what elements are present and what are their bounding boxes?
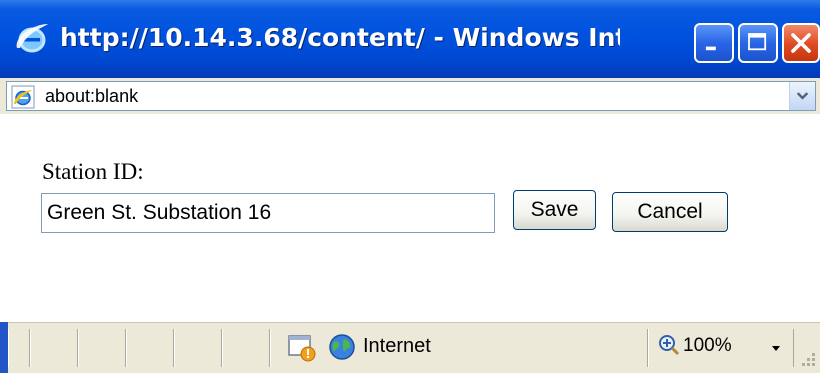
close-icon — [791, 33, 811, 53]
address-url: about:blank — [45, 86, 139, 106]
address-field[interactable]: about:blank — [6, 81, 816, 111]
globe-icon — [329, 334, 355, 360]
maximize-button[interactable] — [738, 23, 778, 63]
ie-page-icon — [11, 85, 35, 109]
status-pane — [222, 329, 270, 367]
status-pane — [78, 329, 126, 367]
status-pane — [174, 329, 222, 367]
title-bar[interactable]: http://10.14.3.68/content/ - Windows Int… — [0, 0, 820, 78]
resize-grip-icon[interactable] — [796, 349, 818, 371]
minimize-button[interactable] — [694, 23, 734, 63]
zoom-dropdown-icon[interactable] — [768, 341, 784, 355]
status-pane — [30, 329, 78, 367]
address-bar: about:blank — [0, 78, 820, 114]
page-content: Station ID: Save Cancel — [0, 114, 820, 322]
ie-logo-icon — [16, 24, 48, 53]
station-id-label: Station ID: — [42, 159, 144, 184]
chevron-down-icon — [796, 92, 809, 100]
status-bar: Internet 100% — [8, 322, 820, 373]
station-id-input[interactable] — [41, 193, 495, 233]
status-pane — [8, 329, 30, 367]
close-button[interactable] — [782, 23, 820, 63]
window-title: http://10.14.3.68/content/ - Windows Int… — [60, 23, 620, 52]
browser-popup-window: http://10.14.3.68/content/ - Windows Int… — [0, 0, 820, 373]
maximize-icon — [748, 33, 767, 51]
cancel-button[interactable]: Cancel — [612, 192, 728, 232]
status-pane — [126, 329, 174, 367]
minimize-icon — [705, 46, 716, 51]
address-dropdown-button[interactable] — [789, 82, 815, 110]
protected-mode-warning-icon[interactable] — [287, 333, 317, 363]
zone-pane — [270, 329, 648, 367]
save-button[interactable]: Save — [513, 190, 596, 230]
security-zone-label[interactable]: Internet — [363, 335, 431, 358]
zoom-level[interactable]: 100% — [683, 335, 732, 357]
zoom-magnifier-icon[interactable] — [658, 334, 680, 356]
